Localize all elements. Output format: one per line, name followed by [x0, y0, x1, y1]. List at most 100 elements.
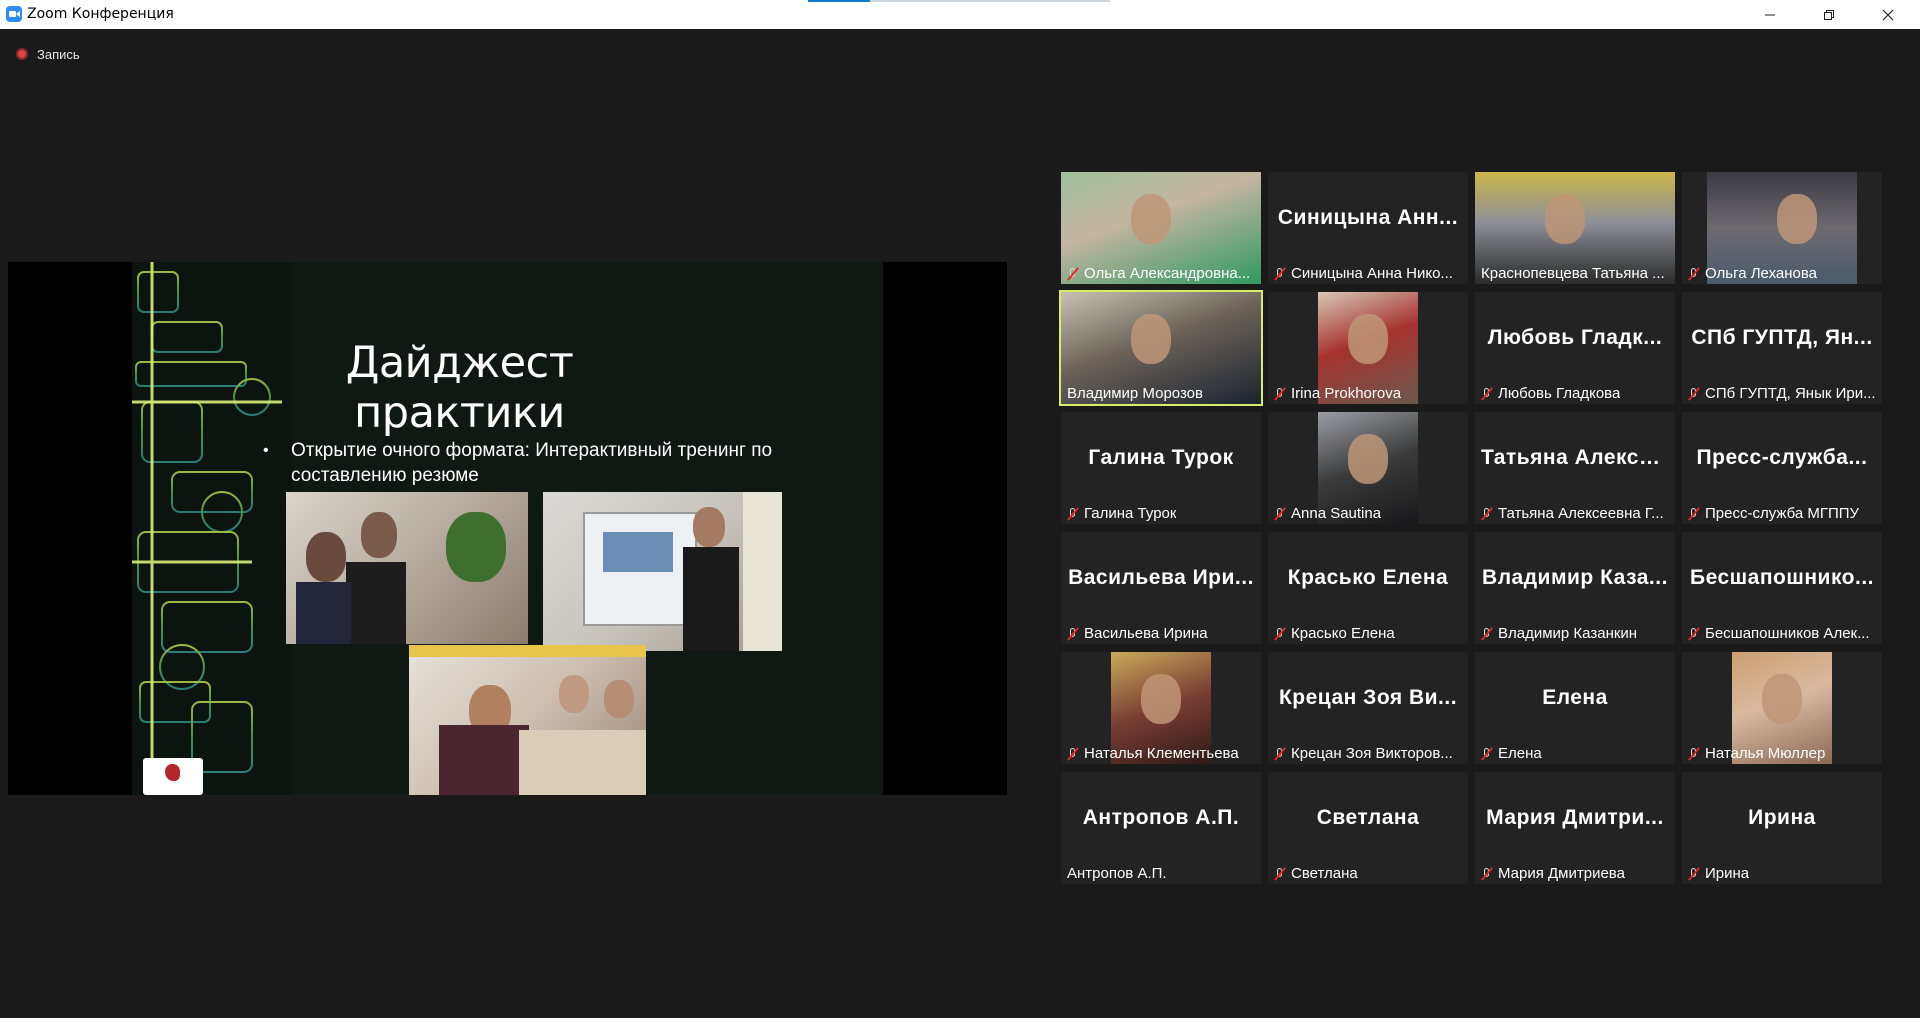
- participant-tile[interactable]: Владимир Морозов: [1059, 290, 1263, 406]
- muted-microphone-icon: [1688, 867, 1699, 881]
- participant-name: Красько Елена: [1291, 625, 1395, 642]
- slide-logo: [143, 758, 203, 795]
- participant-namebar: Пресс-служба МГППУ: [1682, 503, 1882, 524]
- participant-tile[interactable]: СПб ГУПТД, Ян... СПб ГУПТД, Янык Ири...: [1682, 292, 1882, 404]
- participant-tile[interactable]: Пресс-служба... Пресс-служба МГППУ: [1682, 412, 1882, 524]
- participant-name: Бесшапошников Алек...: [1705, 625, 1870, 642]
- muted-microphone-icon: [1688, 507, 1699, 521]
- close-button[interactable]: [1865, 0, 1911, 29]
- participant-tile[interactable]: Красько Елена Красько Елена: [1268, 532, 1468, 644]
- shared-screen[interactable]: Дайджест практики • Открытие очного форм…: [8, 262, 1007, 795]
- participant-namebar: Любовь Гладкова: [1475, 383, 1675, 404]
- participant-tile[interactable]: Синицына Анн... Синицына Анна Нико...: [1268, 172, 1468, 284]
- participant-tile[interactable]: Irina Prokhorova: [1268, 292, 1468, 404]
- window-titlebar[interactable]: Zoom Конференция: [0, 0, 1920, 29]
- participant-name: Крецан Зоя Викторов...: [1291, 745, 1453, 762]
- participant-tile[interactable]: Мария Дмитри... Мария Дмитриева: [1475, 772, 1675, 884]
- muted-microphone-icon: [1481, 387, 1492, 401]
- window-title: Zoom Конференция: [27, 6, 174, 22]
- participant-tile[interactable]: Ольга Леханова: [1682, 172, 1882, 284]
- participant-display-name: Татьяна Алексе...: [1481, 446, 1671, 469]
- participant-name: Елена: [1498, 745, 1542, 762]
- muted-microphone-icon: [1688, 747, 1699, 761]
- participant-name: Владимир Казанкин: [1498, 625, 1638, 642]
- muted-microphone-icon: [1688, 267, 1699, 281]
- participant-name: Синицына Анна Нико...: [1291, 265, 1453, 282]
- slide-photo-presenter: [543, 492, 782, 651]
- muted-microphone-icon: [1274, 627, 1285, 641]
- participant-name: Мария Дмитриева: [1498, 865, 1625, 882]
- participant-tile[interactable]: Anna Sautina: [1268, 412, 1468, 524]
- recording-indicator[interactable]: Запись: [16, 44, 80, 64]
- participant-display-name: Владимир Каза...: [1482, 566, 1668, 589]
- participant-tile[interactable]: Наталья Клементьева: [1061, 652, 1261, 764]
- participant-tile[interactable]: Антропов А.П. Антропов А.П.: [1061, 772, 1261, 884]
- participant-tile[interactable]: Краснопевцева Татьяна ...: [1475, 172, 1675, 284]
- participant-name: СПб ГУПТД, Янык Ири...: [1705, 385, 1876, 402]
- participant-tile[interactable]: Елена Елена: [1475, 652, 1675, 764]
- participant-face: [1762, 674, 1802, 724]
- participant-tile[interactable]: Любовь Гладк... Любовь Гладкова: [1475, 292, 1675, 404]
- muted-microphone-icon: [1274, 867, 1285, 881]
- participant-name: Наталья Клементьева: [1084, 745, 1239, 762]
- muted-microphone-icon: [1688, 387, 1699, 401]
- participant-namebar: Краснопевцева Татьяна ...: [1475, 263, 1675, 284]
- participant-display-name: Антропов А.П.: [1082, 806, 1240, 829]
- participant-tile[interactable]: Ирина Ирина: [1682, 772, 1882, 884]
- participant-tile[interactable]: Татьяна Алексе... Татьяна Алексеевна Г...: [1475, 412, 1675, 524]
- participant-namebar: Наталья Клементьева: [1061, 743, 1261, 764]
- slide-photo-classroom: [409, 645, 646, 795]
- restore-icon: [1824, 9, 1834, 20]
- participant-name: Ирина: [1705, 865, 1750, 882]
- restore-button[interactable]: [1806, 0, 1852, 29]
- participant-namebar: Крецан Зоя Викторов...: [1268, 743, 1468, 764]
- participant-tile[interactable]: Крецан Зоя Ви... Крецан Зоя Викторов...: [1268, 652, 1468, 764]
- participant-name: Краснопевцева Татьяна ...: [1481, 265, 1665, 282]
- participant-display-name: Ирина: [1748, 806, 1816, 829]
- participant-tile[interactable]: Ольга Александровна...: [1061, 172, 1261, 284]
- participant-display-name: Васильева Ири...: [1068, 566, 1254, 589]
- participant-tile[interactable]: Наталья Мюллер: [1682, 652, 1882, 764]
- participant-name: Светлана: [1291, 865, 1358, 882]
- slide-bullet-text: Открытие очного формата: Интерактивный т…: [291, 440, 773, 486]
- muted-microphone-icon: [1067, 627, 1078, 641]
- participant-name: Антропов А.П.: [1067, 865, 1167, 882]
- slide-title: Дайджест практики: [345, 338, 574, 438]
- minimize-icon: [1765, 14, 1775, 15]
- muted-microphone-icon: [1274, 387, 1285, 401]
- participant-tile[interactable]: Васильева Ири... Васильева Ирина: [1061, 532, 1261, 644]
- participant-namebar: Мария Дмитриева: [1475, 863, 1675, 884]
- participant-namebar: Синицына Анна Нико...: [1268, 263, 1468, 284]
- participant-tile[interactable]: Бесшапошнико... Бесшапошников Алек...: [1682, 532, 1882, 644]
- participant-face: [1777, 194, 1817, 244]
- participant-tile[interactable]: Светлана Светлана: [1268, 772, 1468, 884]
- muted-microphone-icon: [1067, 747, 1078, 761]
- participant-name: Любовь Гладкова: [1498, 385, 1621, 402]
- participant-namebar: Irina Prokhorova: [1268, 383, 1468, 404]
- participant-face: [1545, 194, 1585, 244]
- muted-microphone-icon: [1481, 747, 1492, 761]
- participant-name: Anna Sautina: [1291, 505, 1382, 522]
- participant-namebar: Антропов А.П.: [1061, 863, 1261, 884]
- muted-microphone-icon: [1067, 267, 1078, 281]
- participant-display-name: Светлана: [1316, 806, 1420, 829]
- participant-name: Irina Prokhorova: [1291, 385, 1402, 402]
- participant-name: Ольга Леханова: [1705, 265, 1818, 282]
- minimize-button[interactable]: [1747, 0, 1793, 29]
- slide-bullet-marker: •: [263, 442, 269, 459]
- muted-microphone-icon: [1274, 267, 1285, 281]
- video-gallery: Ольга Александровна... Синицына Анн... Син…: [1059, 172, 1883, 885]
- participant-display-name: Елена: [1542, 686, 1608, 709]
- participant-name: Татьяна Алексеевна Г...: [1498, 505, 1664, 522]
- zoom-app-icon: [6, 6, 22, 22]
- participant-namebar: Елена: [1475, 743, 1675, 764]
- participant-namebar: Бесшапошников Алек...: [1682, 623, 1882, 644]
- participant-tile[interactable]: Владимир Каза... Владимир Казанкин: [1475, 532, 1675, 644]
- participant-namebar: СПб ГУПТД, Янык Ири...: [1682, 383, 1882, 404]
- participant-display-name: Синицына Анн...: [1277, 206, 1459, 229]
- participant-tile[interactable]: Галина Турок Галина Турок: [1061, 412, 1261, 524]
- title-accent-bar: [808, 0, 870, 2]
- participant-name: Васильева Ирина: [1084, 625, 1208, 642]
- participant-display-name: СПб ГУПТД, Ян...: [1691, 326, 1873, 349]
- muted-microphone-icon: [1274, 747, 1285, 761]
